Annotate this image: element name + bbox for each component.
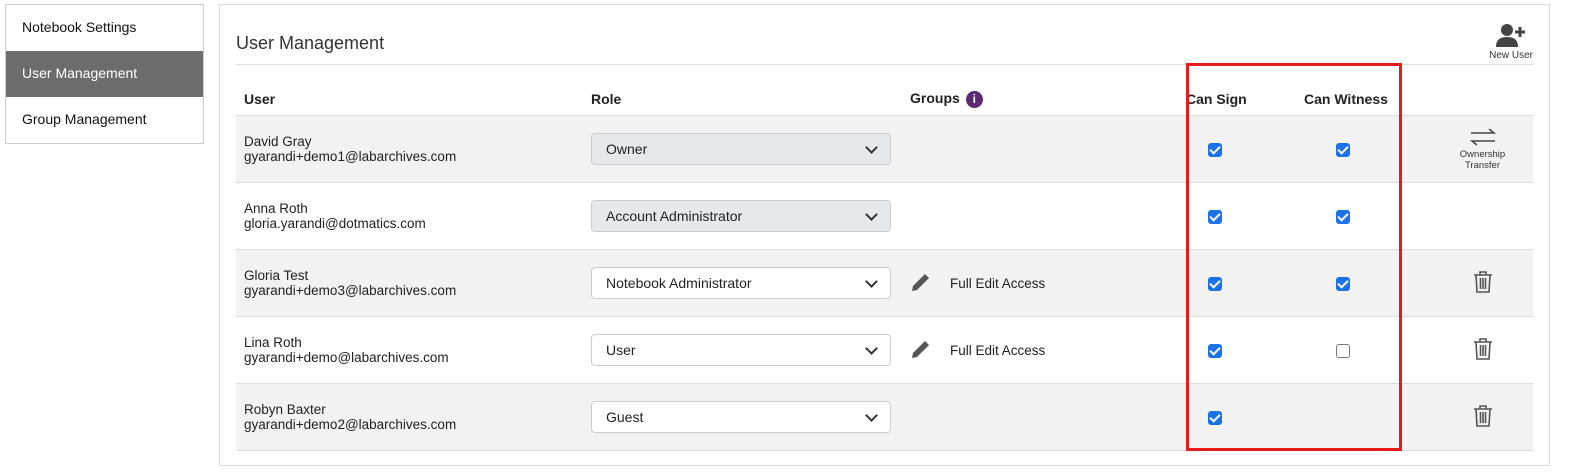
trash-icon[interactable]: [1473, 270, 1493, 296]
column-actions: [1432, 83, 1533, 116]
role-select[interactable]: Guest: [591, 401, 891, 433]
role-select[interactable]: Account Administrator: [591, 200, 891, 232]
user-name: Lina Roth: [244, 335, 302, 350]
highlight-box: [1186, 63, 1402, 451]
info-icon[interactable]: i: [965, 91, 983, 108]
user-email: gyarandi+demo1@labarchives.com: [244, 149, 457, 164]
user-name: David Gray: [244, 134, 312, 149]
sidebar-item-group-management[interactable]: Group Management: [6, 97, 203, 143]
column-role: Role: [583, 83, 902, 116]
role-select[interactable]: Notebook Administrator: [591, 267, 891, 299]
new-user-button[interactable]: New User: [1489, 23, 1533, 61]
user-email: gyarandi+demo@labarchives.com: [244, 350, 449, 365]
group-label: Full Edit Access: [950, 275, 1046, 291]
user-email: gyarandi+demo3@labarchives.com: [244, 283, 457, 298]
trash-icon[interactable]: [1473, 404, 1493, 430]
user-name: Anna Roth: [244, 201, 308, 216]
page-title: User Management: [236, 33, 385, 53]
chevron-down-icon: [865, 207, 878, 221]
user-email: gloria.yarandi@dotmatics.com: [244, 216, 426, 231]
swap-arrows-icon: [1469, 127, 1496, 146]
pencil-icon[interactable]: [910, 338, 932, 363]
column-user: User: [236, 83, 583, 116]
trash-icon[interactable]: [1473, 337, 1493, 363]
chevron-down-icon: [865, 341, 878, 355]
chevron-down-icon: [865, 274, 878, 288]
settings-sidebar: Notebook Settings User Management Group …: [5, 4, 204, 144]
group-label: Full Edit Access: [950, 342, 1046, 358]
user-name: Robyn Baxter: [244, 402, 326, 417]
ownership-transfer-button[interactable]: Ownership Transfer: [1440, 127, 1525, 171]
new-user-label: New User: [1489, 50, 1533, 61]
sidebar-item-user-management[interactable]: User Management: [6, 51, 203, 97]
column-groups: Groups i: [902, 83, 1178, 116]
chevron-down-icon: [865, 140, 878, 154]
chevron-down-icon: [865, 408, 878, 422]
user-plus-icon: [1496, 24, 1526, 47]
role-select[interactable]: Owner: [591, 133, 891, 165]
sidebar-item-notebook-settings[interactable]: Notebook Settings: [6, 5, 203, 51]
user-name: Gloria Test: [244, 268, 309, 283]
pencil-icon[interactable]: [910, 271, 932, 296]
user-email: gyarandi+demo2@labarchives.com: [244, 417, 457, 432]
role-select[interactable]: User: [591, 334, 891, 366]
